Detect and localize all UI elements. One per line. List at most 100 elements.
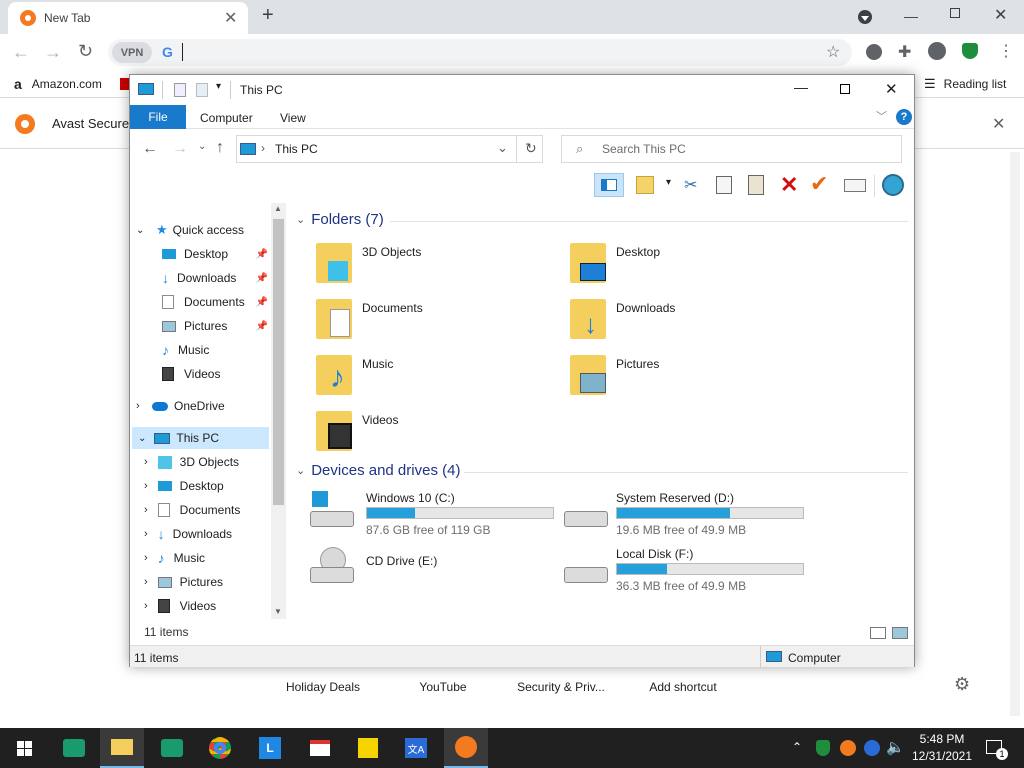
breadcrumb-this-pc[interactable]: This PC [275, 142, 318, 156]
expand-icon[interactable]: › [144, 480, 148, 492]
expand-icon[interactable]: › [144, 456, 148, 468]
nav-qa-videos[interactable]: Videos [162, 363, 220, 385]
drive-f[interactable]: Local Disk (F:) 36.3 MB free of 49.9 MB [564, 547, 814, 597]
taskbar-avast-browser-icon[interactable] [444, 728, 488, 768]
scroll-up-icon[interactable]: ▲ [274, 204, 282, 213]
volume-icon[interactable]: 🔈 [886, 738, 905, 756]
tab-search-icon[interactable] [858, 10, 872, 24]
nav-forward-icon[interactable]: → [172, 140, 188, 158]
show-hidden-icons-icon[interactable]: ⌃ [792, 740, 802, 754]
expand-this-pc-icon[interactable]: ⌄ [138, 433, 146, 444]
tray-avast-icon[interactable] [840, 740, 856, 756]
restore-icon[interactable] [950, 8, 960, 18]
forward-icon[interactable]: → [44, 42, 62, 63]
new-folder-qat-icon[interactable] [196, 83, 208, 97]
drive-d[interactable]: System Reserved (D:) 19.6 MB free of 49.… [564, 491, 814, 541]
infobar-close-icon[interactable]: ✕ [992, 114, 1005, 134]
tab-view[interactable]: View [280, 111, 306, 125]
collapse-icon[interactable]: ⌄ [296, 464, 305, 477]
taskbar-sticky-notes-icon[interactable] [346, 728, 390, 768]
close-window-icon[interactable]: ✕ [994, 5, 1007, 25]
minimize-icon[interactable]: — [904, 8, 918, 24]
adblock-extension-icon[interactable] [866, 44, 882, 60]
drive-c[interactable]: Windows 10 (C:) 87.6 GB free of 119 GB [310, 491, 560, 541]
nav-onedrive[interactable]: OneDrive [152, 395, 225, 417]
pin-icon[interactable]: 📌 [256, 297, 268, 308]
tray-app-icon[interactable] [864, 740, 880, 756]
pin-icon[interactable]: 📌 [256, 321, 268, 332]
explorer-minimize-icon[interactable]: — [794, 79, 808, 95]
start-button[interactable] [2, 728, 46, 768]
nav-qa-downloads[interactable]: ↓ Downloads 📌 [162, 267, 268, 289]
recent-locations-icon[interactable]: ⌄ [198, 141, 206, 152]
taskbar-l-app-icon[interactable]: L [248, 728, 292, 768]
tray-security-icon[interactable] [816, 740, 830, 756]
vpn-button[interactable]: VPN [112, 42, 152, 63]
shortcut-security-privacy[interactable]: Security & Priv... [506, 680, 616, 694]
nav-back-icon[interactable]: ← [142, 140, 158, 158]
paste-icon[interactable] [748, 175, 764, 195]
pin-icon[interactable]: 📌 [256, 249, 268, 260]
nav-pc-pictures[interactable]: › Pictures [144, 571, 223, 593]
folder-pictures[interactable]: Pictures [570, 355, 810, 405]
nav-qa-desktop[interactable]: Desktop 📌 [162, 243, 268, 265]
new-tab-icon[interactable]: + [262, 4, 274, 27]
back-icon[interactable]: ← [12, 42, 30, 63]
rename-icon[interactable] [844, 179, 866, 192]
new-item-dropdown-icon[interactable]: ▾ [666, 177, 671, 188]
taskbar-app-ca2-icon[interactable] [150, 728, 194, 768]
folder-documents[interactable]: Documents [316, 299, 556, 349]
nav-qa-music[interactable]: ♪ Music [162, 339, 209, 361]
shortcut-holiday-deals[interactable]: Holiday Deals [268, 680, 378, 694]
expand-icon[interactable]: › [144, 504, 148, 516]
expand-onedrive-icon[interactable]: › [136, 395, 140, 417]
nav-pc-3d-objects[interactable]: › 3D Objects [144, 451, 239, 473]
expand-icon[interactable]: › [144, 528, 148, 540]
extensions-icon[interactable]: ✚ [898, 42, 911, 62]
collapse-icon[interactable]: ⌄ [296, 213, 305, 226]
expand-icon[interactable]: › [144, 576, 148, 588]
folder-desktop[interactable]: Desktop [570, 243, 810, 293]
reading-list-button[interactable]: ☰ Reading list [924, 76, 1006, 92]
nav-qa-pictures[interactable]: Pictures 📌 [162, 315, 268, 337]
tab-new-tab[interactable]: New Tab ✕ [8, 2, 248, 34]
preview-pane-button[interactable] [594, 173, 624, 197]
nav-scroll-thumb[interactable] [273, 219, 284, 505]
nav-this-pc[interactable]: ⌄ This PC [132, 427, 269, 449]
clock-date[interactable]: 12/31/2021 [910, 749, 974, 763]
taskbar-translate-icon[interactable]: 文A [394, 728, 438, 768]
large-icons-view-icon[interactable] [892, 627, 908, 639]
taskbar-mail-icon[interactable] [298, 728, 342, 768]
details-view-icon[interactable] [870, 627, 886, 639]
scroll-down-icon[interactable]: ▼ [274, 607, 282, 616]
expand-icon[interactable]: › [144, 600, 148, 612]
folder-3d-objects[interactable]: 3D Objects [316, 243, 556, 293]
drives-group-header[interactable]: ⌄ Devices and drives (4) [296, 462, 460, 479]
taskbar-file-explorer-icon[interactable] [100, 728, 144, 768]
nav-pc-videos[interactable]: › Videos [144, 595, 216, 617]
ribbon-expand-icon[interactable]: ﹀ [876, 108, 887, 124]
pin-icon[interactable]: 📌 [256, 273, 268, 284]
menu-icon[interactable]: ⋮ [998, 41, 1014, 61]
folders-group-header[interactable]: ⌄ Folders (7) [296, 211, 384, 228]
qat-dropdown-icon[interactable]: ▾ [216, 81, 221, 92]
explorer-close-icon[interactable]: ✕ [885, 80, 898, 98]
close-tab-icon[interactable]: ✕ [224, 8, 237, 28]
nav-qa-documents[interactable]: Documents 📌 [162, 291, 268, 313]
bookmark-star-icon[interactable]: ☆ [826, 42, 840, 62]
network-globe-icon[interactable] [882, 174, 904, 196]
cut-icon[interactable]: ✂ [684, 175, 697, 195]
address-dropdown-icon[interactable]: ⌄ [497, 140, 508, 156]
properties-qat-icon[interactable] [174, 83, 186, 97]
tab-file[interactable]: File [130, 105, 186, 129]
page-scrollbar[interactable] [1010, 152, 1020, 716]
up-icon[interactable]: ↑ [216, 139, 224, 157]
nav-scrollbar[interactable]: ▲ ▼ [271, 203, 286, 619]
help-icon[interactable]: ? [896, 109, 912, 125]
folder-videos[interactable]: Videos [316, 411, 556, 461]
omnibox[interactable]: VPN G ☆ [108, 39, 852, 66]
nav-pc-desktop[interactable]: › Desktop [144, 475, 224, 497]
address-bar[interactable]: › This PC ⌄ ↻ [236, 135, 543, 163]
nav-quick-access[interactable]: ★ Quick access [156, 219, 244, 241]
expand-icon[interactable]: › [144, 552, 148, 564]
